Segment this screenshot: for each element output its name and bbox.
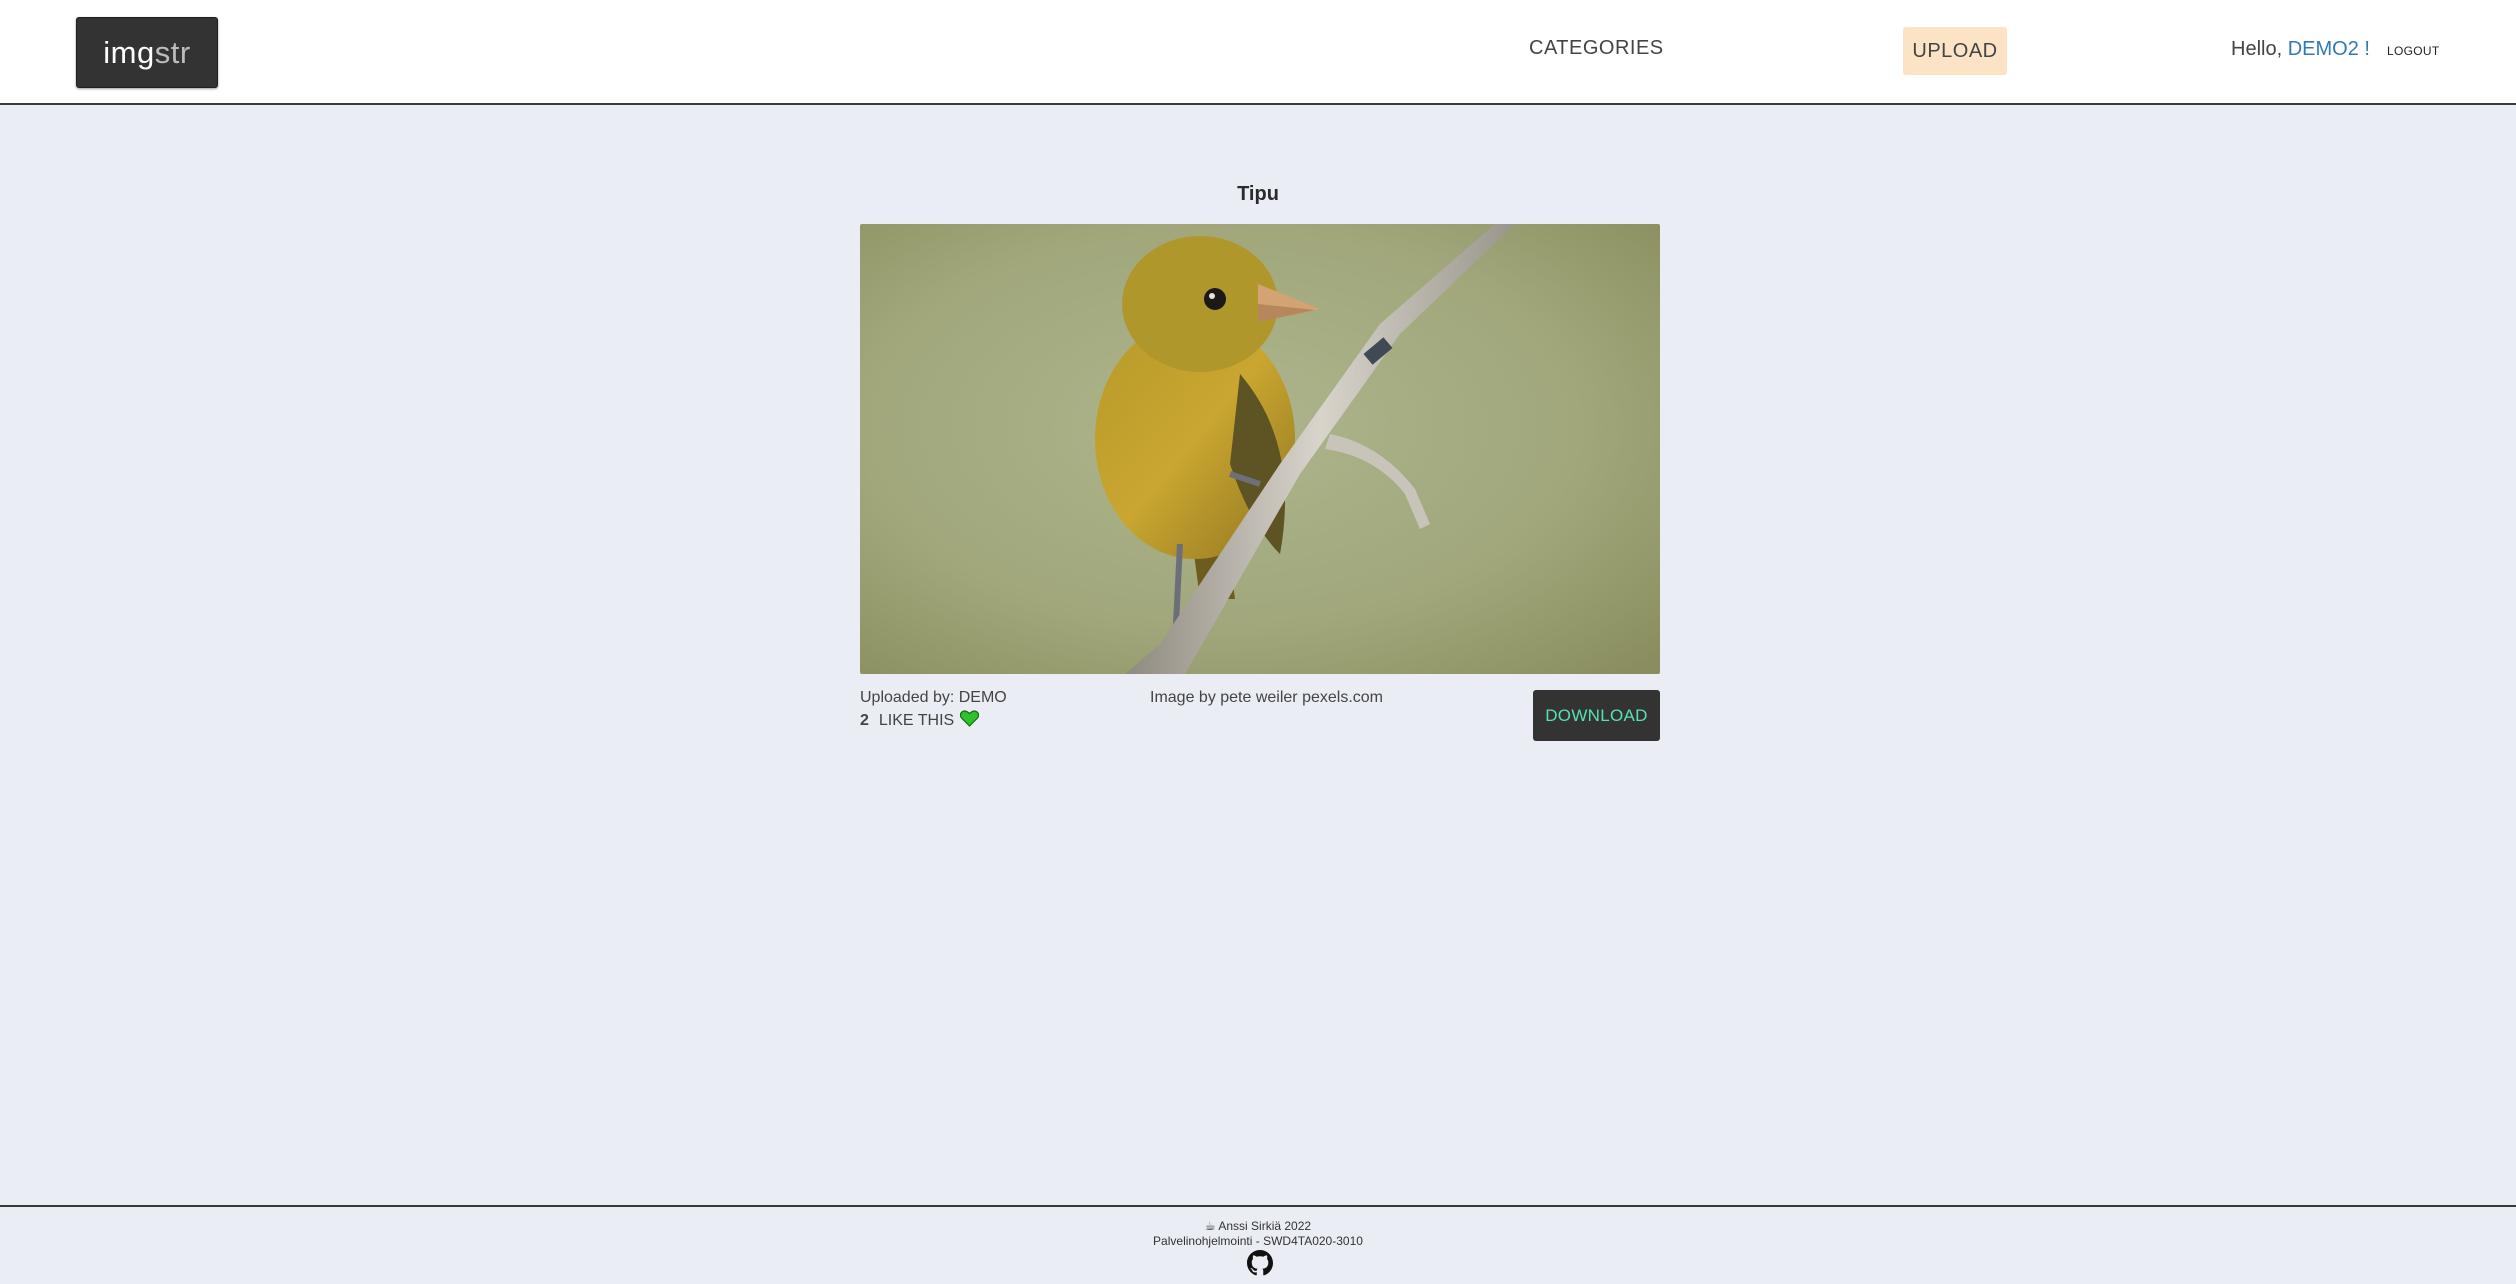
github-icon[interactable] [1247, 1250, 1273, 1276]
greeting-prefix: Hello, [2231, 38, 2288, 60]
coffee-icon: ☕ [1204, 1219, 1216, 1233]
logo-text-secondary: str [154, 34, 191, 70]
user-greeting: Hello, DEMO2 ! [2231, 38, 2370, 61]
footer-course: Palvelinohjelmointi - SWD4TA020-3010 [1153, 1234, 1363, 1248]
logout-link[interactable]: LOGOUT [2387, 44, 2439, 58]
footer: ☕ Anssi Sirkiä 2022 Palvelinohjelmointi … [0, 1205, 2516, 1284]
uploaded-by-text: Uploaded by: DEMO [860, 689, 1007, 706]
image-credit: Image by pete weiler pexels.com [1150, 689, 1383, 706]
nav-upload-link[interactable]: UPLOAD [1903, 27, 2007, 75]
bird-photo [860, 224, 1660, 674]
footer-copyright: ☕ Anssi Sirkiä 2022 [0, 1219, 2516, 1233]
top-navbar: img str CATEGORIES UPLOAD Hello, DEMO2 ! … [0, 0, 2516, 105]
footer-author: Anssi Sirkiä 2022 [1218, 1219, 1312, 1233]
bird-on-branch-image [860, 224, 1660, 674]
download-button[interactable]: DOWNLOAD [1533, 690, 1660, 741]
greeting-username: DEMO2 [2287, 38, 2359, 60]
like-label: LIKE THIS [878, 712, 955, 729]
nav-categories-link[interactable]: CATEGORIES [1529, 37, 1664, 60]
logo[interactable]: img str [76, 17, 218, 88]
heart-icon[interactable] [959, 710, 980, 732]
logo-text-primary: img [103, 34, 155, 70]
like-count: 2 [860, 712, 869, 729]
greeting-suffix: ! [2358, 38, 2370, 60]
image-title: Tipu [1237, 183, 1279, 205]
like-section: 2 LIKE THIS [860, 710, 980, 732]
